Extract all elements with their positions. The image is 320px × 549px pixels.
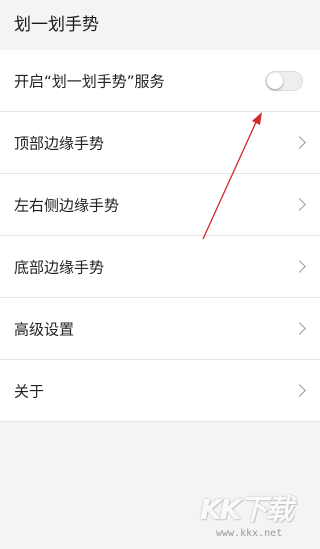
chevron-right-icon <box>293 383 306 397</box>
settings-item-label: 左右侧边缘手势 <box>14 196 120 214</box>
chevron-right-icon <box>293 135 306 149</box>
settings-item-top-edge[interactable]: 顶部边缘手势 <box>0 112 320 174</box>
chevron-right-icon <box>293 259 306 273</box>
settings-item-bottom-edge[interactable]: 底部边缘手势 <box>0 236 320 298</box>
settings-item-label: 高级设置 <box>14 320 75 338</box>
watermark-url: www.kkx.net <box>216 528 283 539</box>
service-toggle-label: 开启“划一划手势”服务 <box>14 72 165 90</box>
settings-item-label: 关于 <box>14 382 45 400</box>
page-title: 划一划手势 <box>14 15 99 35</box>
chevron-right-icon <box>293 321 306 335</box>
settings-item-label: 顶部边缘手势 <box>14 134 105 152</box>
watermark: KK下载 www.kkx.net <box>200 488 312 544</box>
settings-item-side-edges[interactable]: 左右侧边缘手势 <box>0 174 320 236</box>
service-toggle-row[interactable]: 开启“划一划手势”服务 <box>0 50 320 112</box>
watermark-logo: KK下载 <box>200 493 293 526</box>
settings-item-advanced[interactable]: 高级设置 <box>0 298 320 360</box>
settings-item-about[interactable]: 关于 <box>0 360 320 422</box>
settings-item-label: 底部边缘手势 <box>14 258 105 276</box>
toggle-knob <box>267 72 283 89</box>
title-bar: 划一划手势 <box>0 0 320 50</box>
chevron-right-icon <box>293 197 306 211</box>
service-toggle[interactable] <box>265 70 303 91</box>
settings-list: 开启“划一划手势”服务 顶部边缘手势 左右侧边缘手势 底部边缘手势 高级设置 关… <box>0 50 320 422</box>
